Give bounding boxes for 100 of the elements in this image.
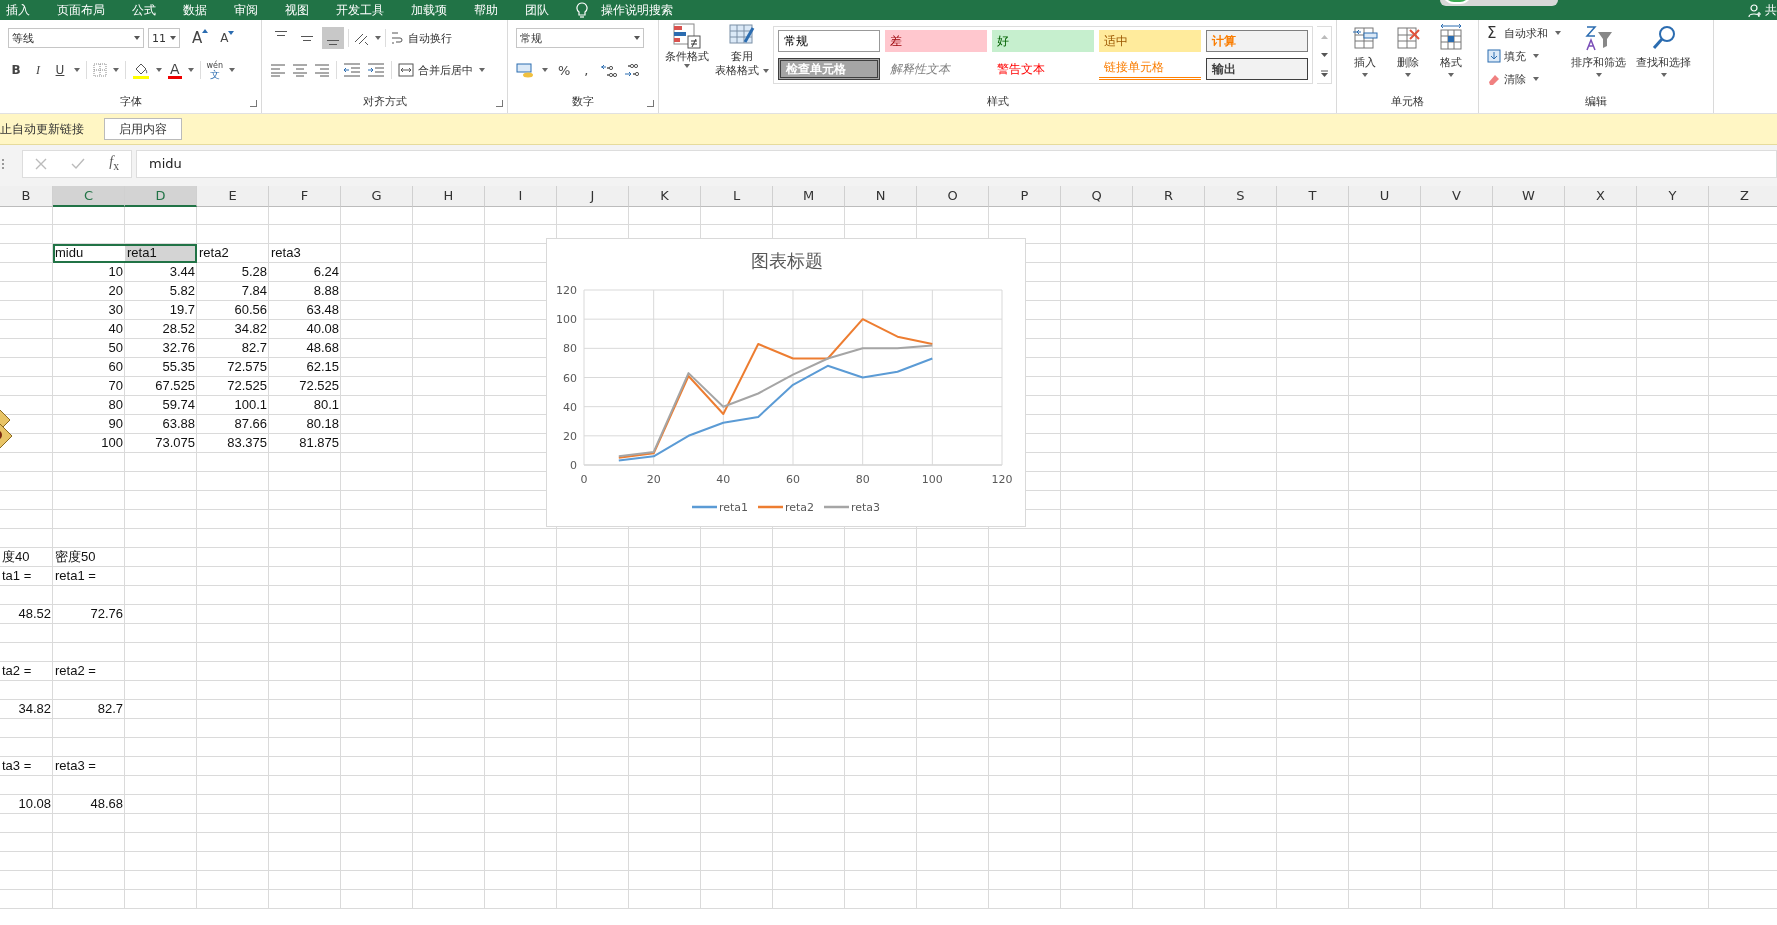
menu-tab[interactable]: 团队 [525, 0, 549, 20]
conditional-format-button[interactable]: 条件格式 [663, 22, 711, 93]
wrap-text-button[interactable]: 自动换行 [390, 30, 452, 46]
menu-tab[interactable]: 公式 [132, 0, 156, 20]
column-header[interactable]: V [1421, 186, 1493, 207]
autosum-button[interactable]: Σ 自动求和 [1487, 24, 1561, 42]
caret-icon[interactable] [229, 68, 236, 72]
insert-table-icon [1350, 24, 1379, 52]
column-header[interactable]: U [1349, 186, 1421, 207]
person-icon [1748, 3, 1762, 18]
caret-icon[interactable] [156, 68, 162, 72]
column-header[interactable]: E [197, 186, 269, 207]
check-icon[interactable] [71, 157, 86, 170]
clear-button[interactable]: 清除 [1487, 70, 1561, 88]
column-header[interactable]: O [917, 186, 989, 207]
caret-icon[interactable] [113, 68, 119, 72]
italic-button[interactable]: I [30, 62, 46, 78]
caret-icon [1404, 73, 1411, 77]
cell-style-swatch[interactable]: 常规 [778, 30, 880, 52]
column-header[interactable]: Z [1709, 186, 1777, 207]
table-cell-text: 67.525 [154, 377, 196, 395]
decrease-decimal-icon[interactable] [622, 62, 641, 78]
cell-style-swatch[interactable]: 解释性文本 [885, 58, 987, 80]
caret-icon[interactable] [479, 68, 485, 72]
column-header[interactable]: J [557, 186, 629, 207]
menu-tab[interactable]: 开发工具 [336, 0, 384, 20]
column-header[interactable]: R [1133, 186, 1205, 207]
fill-button[interactable]: 填充 [1487, 47, 1561, 65]
dialog-launcher-icon[interactable] [250, 100, 257, 107]
font-color-button[interactable]: A [168, 61, 182, 79]
column-header[interactable]: I [485, 186, 557, 207]
share-label[interactable]: 共 [1765, 2, 1777, 19]
delete-cells-button[interactable]: 删除 [1390, 24, 1425, 93]
column-header[interactable]: Q [1061, 186, 1133, 207]
comma-button[interactable]: , [580, 62, 593, 78]
menu-tab[interactable]: 加载项 [411, 0, 447, 20]
align-bottom-button[interactable] [322, 27, 344, 49]
shrink-font-button[interactable]: A [220, 31, 235, 45]
table-cell-text: 40.08 [305, 320, 340, 338]
cell-style-swatch[interactable]: 好 [992, 30, 1094, 52]
column-header[interactable]: K [629, 186, 701, 207]
menu-tab[interactable]: 插入 [6, 0, 30, 20]
lines-icon [327, 40, 339, 45]
column-header[interactable]: T [1277, 186, 1349, 207]
legend-item: reta2 [758, 501, 815, 514]
column-header[interactable]: F [269, 186, 341, 207]
column-header[interactable]: X [1565, 186, 1637, 207]
number-format-dropdown[interactable]: 常规 [516, 28, 644, 48]
caret-icon[interactable] [74, 68, 80, 72]
menu-tab[interactable]: 帮助 [474, 0, 498, 20]
cell-style-swatch[interactable]: 适中 [1099, 30, 1201, 52]
fill-color-icon[interactable] [132, 61, 150, 79]
table-cell-text: 72.76 [89, 605, 124, 623]
menu-tab[interactable]: 数据 [183, 0, 207, 20]
font-name-dropdown[interactable]: 等线 [8, 28, 144, 48]
column-header[interactable]: M [773, 186, 845, 207]
increase-decimal-icon[interactable] [598, 62, 617, 78]
dialog-launcher-icon[interactable] [647, 100, 654, 107]
percent-button[interactable]: % [554, 62, 575, 78]
sort-filter-button[interactable]: 排序和筛选 [1571, 24, 1626, 93]
format-cells-button[interactable]: 格式 [1433, 24, 1468, 93]
formula-input[interactable]: midu [136, 149, 1777, 178]
cell-style-swatch[interactable]: 差 [885, 30, 987, 52]
format-as-table-button[interactable]: 套用 表格格式 [715, 22, 769, 93]
line-chart[interactable]: 图表标题 0 20 40 60 80 100 120 0 20 40 60 80 100 120 reta1 reta2 reta3 [546, 238, 1026, 527]
caret-icon [1533, 54, 1539, 58]
find-select-button[interactable]: 查找和选择 [1636, 24, 1691, 93]
tell-me-search[interactable]: 操作说明搜索 [601, 0, 673, 20]
column-header[interactable]: W [1493, 186, 1565, 207]
caret-icon[interactable] [187, 68, 194, 72]
cell-style-swatch[interactable]: 输出 [1206, 58, 1308, 80]
font-size-dropdown[interactable]: 11 [148, 28, 180, 48]
menu-tab[interactable]: 页面布局 [57, 0, 105, 20]
caret-icon[interactable] [375, 36, 381, 40]
column-header[interactable]: G [341, 186, 413, 207]
merge-center-button[interactable]: 合并后居中 [398, 62, 473, 78]
security-message: 止自动更新链接 [0, 120, 84, 138]
enable-content-button[interactable]: 启用内容 [104, 118, 182, 140]
column-header[interactable]: Y [1637, 186, 1709, 207]
column-header[interactable]: P [989, 186, 1061, 207]
phonetic-button[interactable]: wén 文 [206, 61, 224, 79]
column-header[interactable]: C [53, 186, 125, 207]
menu-tab[interactable]: 视图 [285, 0, 309, 20]
insert-cells-button[interactable]: 插入 [1347, 24, 1382, 93]
legend-item: reta1 [692, 501, 749, 514]
insert-function-button[interactable]: f$_{x}$ [109, 154, 119, 173]
table-cell-text: 8.88 [312, 282, 340, 300]
column-header[interactable]: D [125, 186, 197, 207]
cell-style-swatch[interactable]: 警告文本 [992, 58, 1094, 80]
grow-font-button[interactable]: A [192, 29, 209, 47]
menu-tab[interactable]: 审阅 [234, 0, 258, 20]
column-header[interactable]: H [413, 186, 485, 207]
column-header[interactable]: N [845, 186, 917, 207]
column-header[interactable]: L [701, 186, 773, 207]
underline-button[interactable]: U [52, 63, 68, 77]
caret-icon[interactable] [542, 68, 548, 72]
table-cell-text: 70 [107, 377, 124, 395]
bold-button[interactable]: B [8, 63, 24, 77]
dialog-launcher-icon[interactable] [496, 100, 503, 107]
column-header[interactable]: S [1205, 186, 1277, 207]
